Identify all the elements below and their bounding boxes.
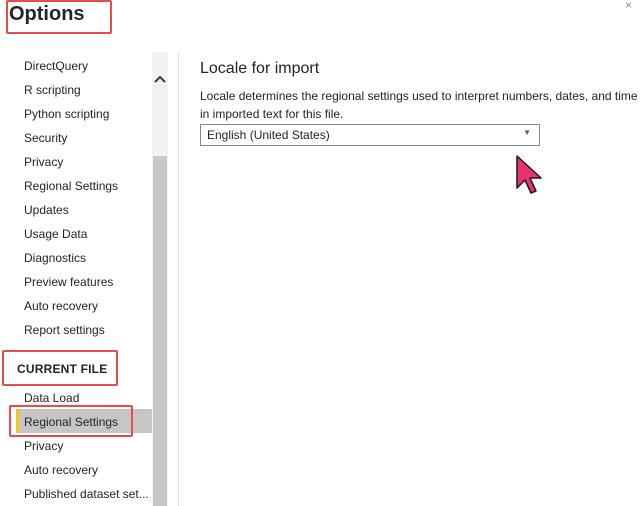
locale-select-value: English (United States) xyxy=(207,128,330,142)
sidebar-item-published-dataset-settings[interactable]: Published dataset set... xyxy=(24,486,149,502)
selected-item-highlight-box xyxy=(9,405,133,437)
close-icon[interactable]: × xyxy=(625,0,632,12)
sidebar-item-data-load[interactable]: Data Load xyxy=(24,390,79,406)
current-file-header: CURRENT FILE xyxy=(17,362,108,376)
sidebar-item-report-settings[interactable]: Report settings xyxy=(24,322,105,338)
sidebar-item-python-scripting[interactable]: Python scripting xyxy=(24,106,109,122)
section-title: Locale for import xyxy=(200,60,320,77)
sidebar-item-diagnostics[interactable]: Diagnostics xyxy=(24,250,86,266)
sidebar-item-updates[interactable]: Updates xyxy=(24,202,69,218)
sidebar-item-directquery[interactable]: DirectQuery xyxy=(24,58,88,74)
sidebar-item-regional-settings[interactable]: Regional Settings xyxy=(24,178,118,194)
chevron-up-icon xyxy=(154,75,166,83)
sidebar-item-auto-recovery[interactable]: Auto recovery xyxy=(24,298,98,314)
sidebar-item-usage-data[interactable]: Usage Data xyxy=(24,226,87,242)
scroll-up-icon[interactable] xyxy=(152,72,168,88)
sidebar-item-file-auto-recovery[interactable]: Auto recovery xyxy=(24,462,98,478)
window-title: Options xyxy=(9,3,85,25)
sidebar-item-file-privacy[interactable]: Privacy xyxy=(24,438,63,454)
scrollbar-thumb[interactable] xyxy=(153,156,167,506)
panel-divider xyxy=(178,52,179,506)
chevron-down-icon: ▼ xyxy=(523,128,531,137)
sidebar-item-preview-features[interactable]: Preview features xyxy=(24,274,113,290)
sidebar-item-privacy[interactable]: Privacy xyxy=(24,154,63,170)
locale-select[interactable]: English (United States) ▼ xyxy=(200,124,540,146)
mouse-pointer-icon xyxy=(516,155,542,194)
sidebar-item-r-scripting[interactable]: R scripting xyxy=(24,82,81,98)
sidebar-item-security[interactable]: Security xyxy=(24,130,67,146)
section-description: Locale determines the regional settings … xyxy=(200,89,638,121)
